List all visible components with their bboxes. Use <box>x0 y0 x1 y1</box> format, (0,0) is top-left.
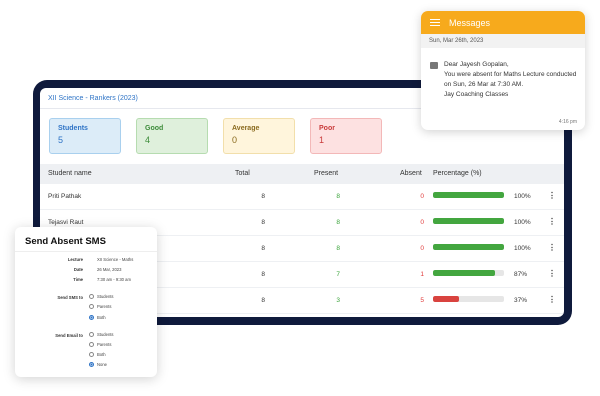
total-cell: 8 <box>261 193 265 200</box>
percentage-bar-fill <box>433 296 460 302</box>
table-header: Student name Total Present Absent Percen… <box>40 164 564 184</box>
stat-card-average[interactable]: Average 0 <box>223 118 295 154</box>
present-cell: 3 <box>336 297 340 304</box>
column-percentage: Percentage (%) <box>433 170 482 177</box>
radio-icon <box>89 352 94 357</box>
percentage-bar <box>433 192 504 198</box>
email-option-both[interactable]: Both <box>89 352 106 357</box>
sms-option-both[interactable]: Both <box>89 315 106 320</box>
option-label: None <box>97 362 108 367</box>
email-option-none[interactable]: None <box>89 362 107 367</box>
percentage-bar-fill <box>433 218 504 224</box>
percentage-cell: 37% <box>514 297 528 304</box>
percentage-bar-fill <box>433 244 504 250</box>
percentage-bar <box>433 244 504 250</box>
messages-header: Messages <box>421 11 585 34</box>
email-option-parents[interactable]: Parents <box>89 342 111 347</box>
column-absent: Absent <box>400 170 422 177</box>
divider <box>15 251 157 252</box>
message-time: 4:16 pm <box>558 119 577 125</box>
time-label: Time <box>73 277 83 282</box>
stat-label: Poor <box>319 125 335 132</box>
radio-icon <box>89 342 94 347</box>
message-text: Dear Jayesh Gopalan, You were absent for… <box>444 61 577 98</box>
messages-card: Messages Sun, Mar 26th, 2023 Dear Jayesh… <box>421 11 585 130</box>
stat-card-students[interactable]: Students 5 <box>49 118 121 154</box>
table-row[interactable]: Priti Pathak 8 8 0 100% ⋮ <box>40 184 564 210</box>
present-cell: 8 <box>336 219 340 226</box>
radio-icon <box>89 304 94 309</box>
percentage-bar-fill <box>433 192 504 198</box>
sms-option-parents[interactable]: Parents <box>89 304 111 309</box>
stat-label: Good <box>145 125 164 132</box>
sms-option-students[interactable]: Students <box>89 294 114 299</box>
student-name: Priti Pathak <box>48 193 82 200</box>
radio-selected-icon <box>89 315 94 320</box>
absent-cell: 1 <box>420 271 424 278</box>
stat-value: 5 <box>58 135 64 145</box>
present-cell: 7 <box>336 271 340 278</box>
percentage-bar <box>433 270 504 276</box>
menu-icon[interactable] <box>430 18 440 27</box>
total-cell: 8 <box>261 297 265 304</box>
kebab-menu-icon[interactable]: ⋮ <box>548 243 556 253</box>
stage: XII Science - Rankers (2023) Students 5 … <box>0 0 600 396</box>
date-label: Date <box>73 267 83 272</box>
stat-value: 0 <box>232 135 238 145</box>
total-cell: 8 <box>261 271 265 278</box>
message-icon <box>430 62 438 69</box>
absent-cell: 0 <box>420 193 424 200</box>
column-student-name: Student name <box>48 170 92 177</box>
stat-value: 4 <box>145 135 151 145</box>
kebab-menu-icon[interactable]: ⋮ <box>548 295 556 305</box>
absent-cell: 0 <box>420 219 424 226</box>
dialog-title: Send Absent SMS <box>25 236 106 247</box>
kebab-menu-icon[interactable]: ⋮ <box>548 217 556 227</box>
absent-cell: 0 <box>420 245 424 252</box>
percentage-cell: 87% <box>514 271 528 278</box>
option-label: Students <box>97 294 114 299</box>
stat-label: Students <box>58 125 88 132</box>
column-total: Total <box>235 170 250 177</box>
percentage-bar <box>433 296 504 302</box>
total-cell: 8 <box>261 245 265 252</box>
column-present: Present <box>314 170 339 177</box>
time-value: 7:30 am - 9:30 am <box>97 277 131 282</box>
stat-value: 1 <box>319 135 325 145</box>
send-email-label: Send Email to <box>55 333 83 338</box>
percentage-bar-fill <box>433 270 495 276</box>
email-option-students[interactable]: Students <box>89 332 114 337</box>
radio-selected-icon <box>89 362 94 367</box>
messages-title: Messages <box>449 17 491 28</box>
stat-label: Average <box>232 125 260 132</box>
percentage-cell: 100% <box>514 219 531 226</box>
option-label: Both <box>97 352 106 357</box>
stat-card-poor[interactable]: Poor 1 <box>310 118 382 154</box>
send-sms-label: Send SMS to <box>57 295 83 300</box>
percentage-bar <box>433 218 504 224</box>
option-label: Parents <box>97 304 112 309</box>
present-cell: 8 <box>336 193 340 200</box>
kebab-menu-icon[interactable]: ⋮ <box>548 191 556 201</box>
date-value: 26 Mar, 2023 <box>97 267 122 272</box>
present-cell: 8 <box>336 245 340 252</box>
option-label: Parents <box>97 342 112 347</box>
absent-cell: 5 <box>420 297 424 304</box>
radio-icon <box>89 332 94 337</box>
batch-title[interactable]: XII Science - Rankers (2023) <box>48 95 138 102</box>
option-label: Students <box>97 332 114 337</box>
radio-icon <box>89 294 94 299</box>
option-label: Both <box>97 315 106 320</box>
student-name: Tejasvi Raut <box>48 219 84 226</box>
percentage-cell: 100% <box>514 245 531 252</box>
send-absent-sms-dialog: Send Absent SMS Lecture XII Science - Ma… <box>15 227 157 377</box>
stat-card-good[interactable]: Good 4 <box>136 118 208 154</box>
total-cell: 8 <box>261 219 265 226</box>
percentage-cell: 100% <box>514 193 531 200</box>
lecture-label: Lecture <box>67 257 83 262</box>
kebab-menu-icon[interactable]: ⋮ <box>548 269 556 279</box>
message-date: Sun, Mar 26th, 2023 <box>421 34 585 48</box>
lecture-value: XII Science - Maths <box>97 257 134 262</box>
